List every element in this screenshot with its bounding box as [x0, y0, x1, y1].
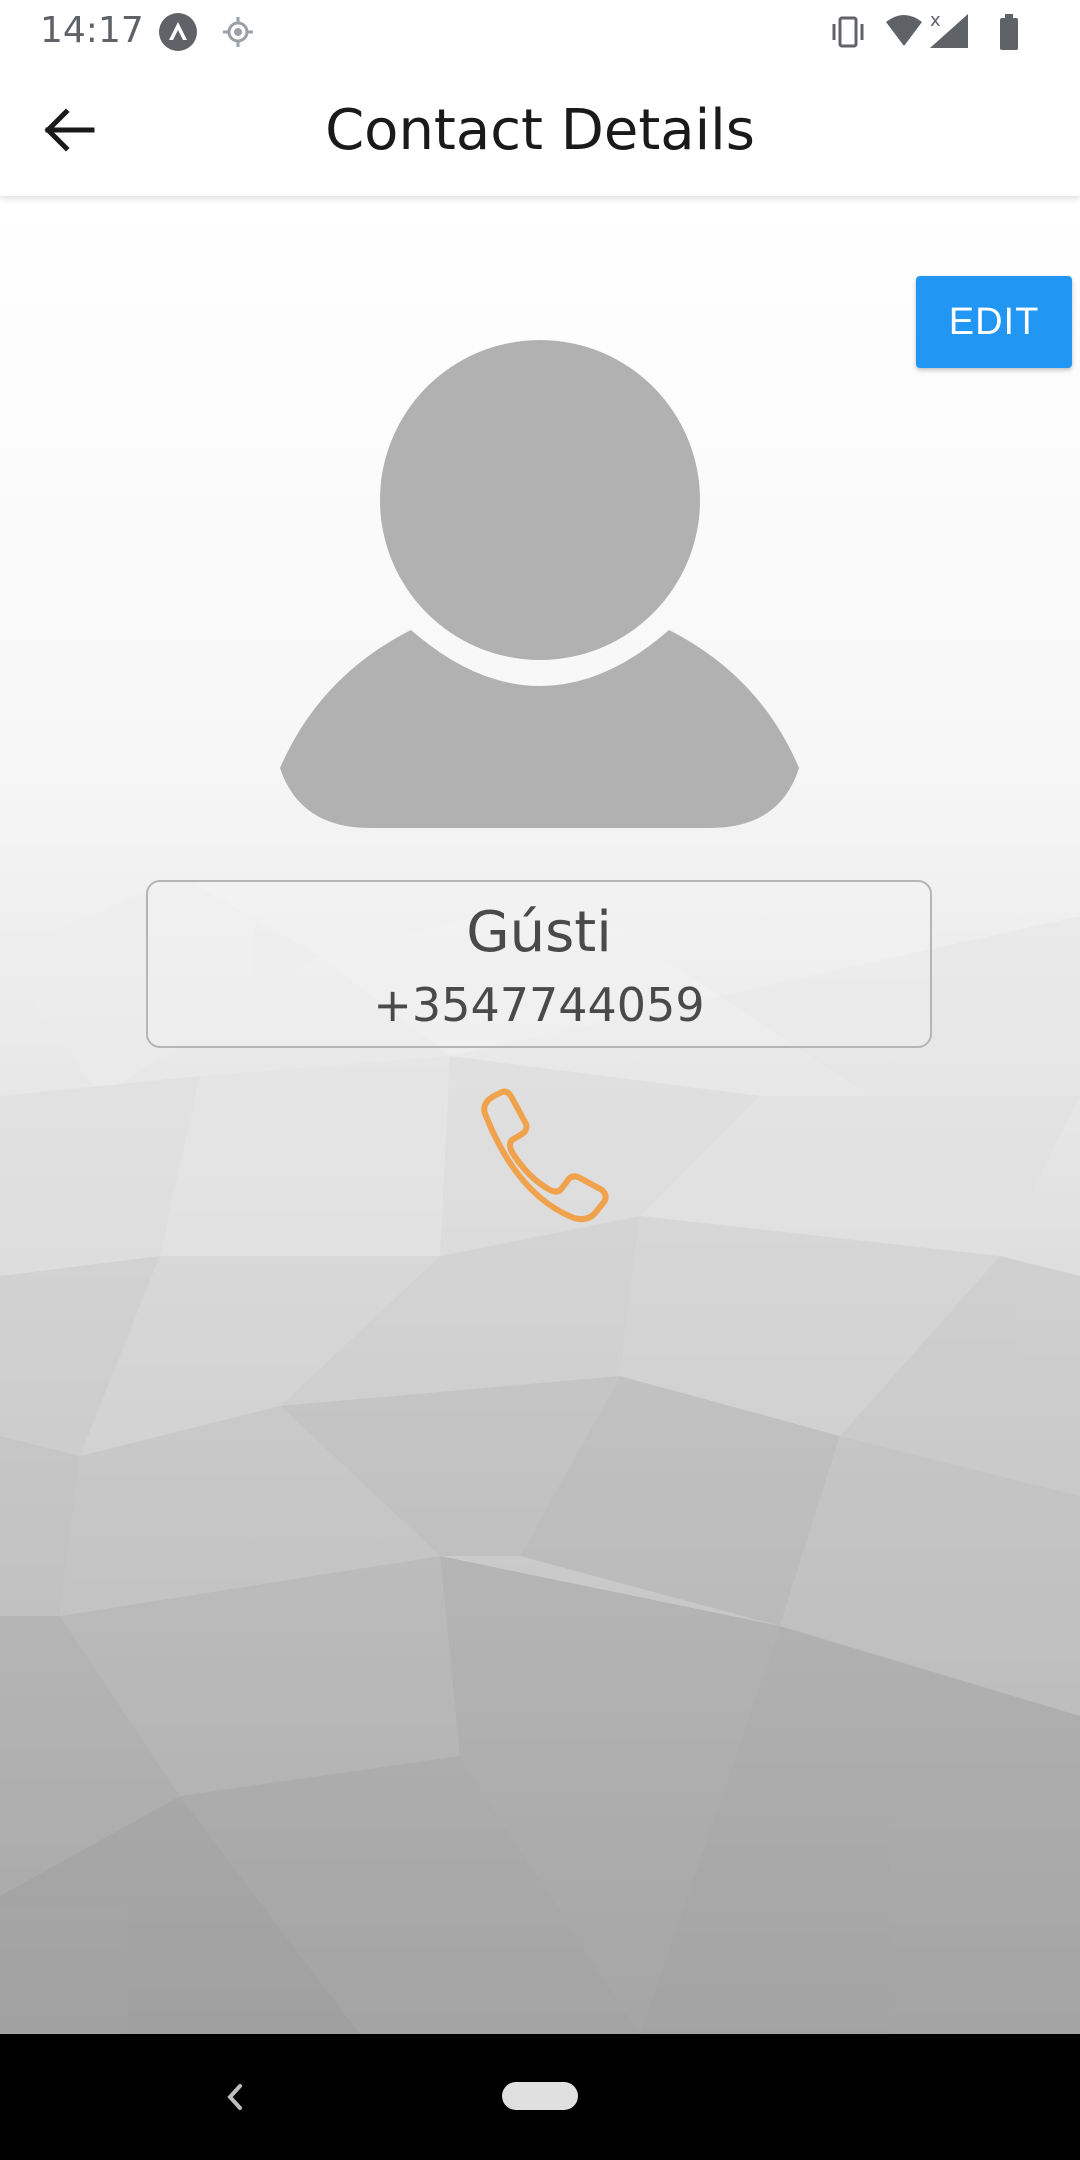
app-notification-icon	[159, 13, 197, 51]
person-placeholder-icon	[280, 340, 799, 828]
app-bar: Contact Details	[0, 62, 1080, 196]
svg-text:x: x	[930, 10, 941, 31]
page-title: Contact Details	[325, 98, 755, 163]
status-right-icons: x	[830, 10, 1050, 59]
contact-card: Gústi +3547744059	[146, 880, 932, 1048]
nav-back-icon[interactable]	[210, 2072, 260, 2122]
location-icon	[223, 17, 253, 47]
vibrate-icon	[832, 16, 864, 48]
status-bar: 14:17 x	[0, 0, 1080, 62]
status-left-icons	[158, 12, 258, 57]
contact-name: Gústi	[466, 900, 612, 965]
edit-button[interactable]: EDIT	[916, 276, 1072, 368]
battery-icon	[1000, 14, 1018, 50]
call-button[interactable]	[468, 1086, 612, 1230]
wifi-icon	[886, 15, 922, 46]
navigation-bar	[0, 2034, 1080, 2160]
status-time: 14:17	[40, 10, 144, 51]
contact-details-screen: 14:17 x Contact Details EDIT Gústi +3547…	[0, 0, 1080, 2160]
nav-home-pill[interactable]	[502, 2082, 578, 2110]
phone-icon	[481, 1088, 609, 1223]
contact-phone: +3547744059	[373, 978, 705, 1032]
signal-icon: x	[930, 10, 968, 48]
